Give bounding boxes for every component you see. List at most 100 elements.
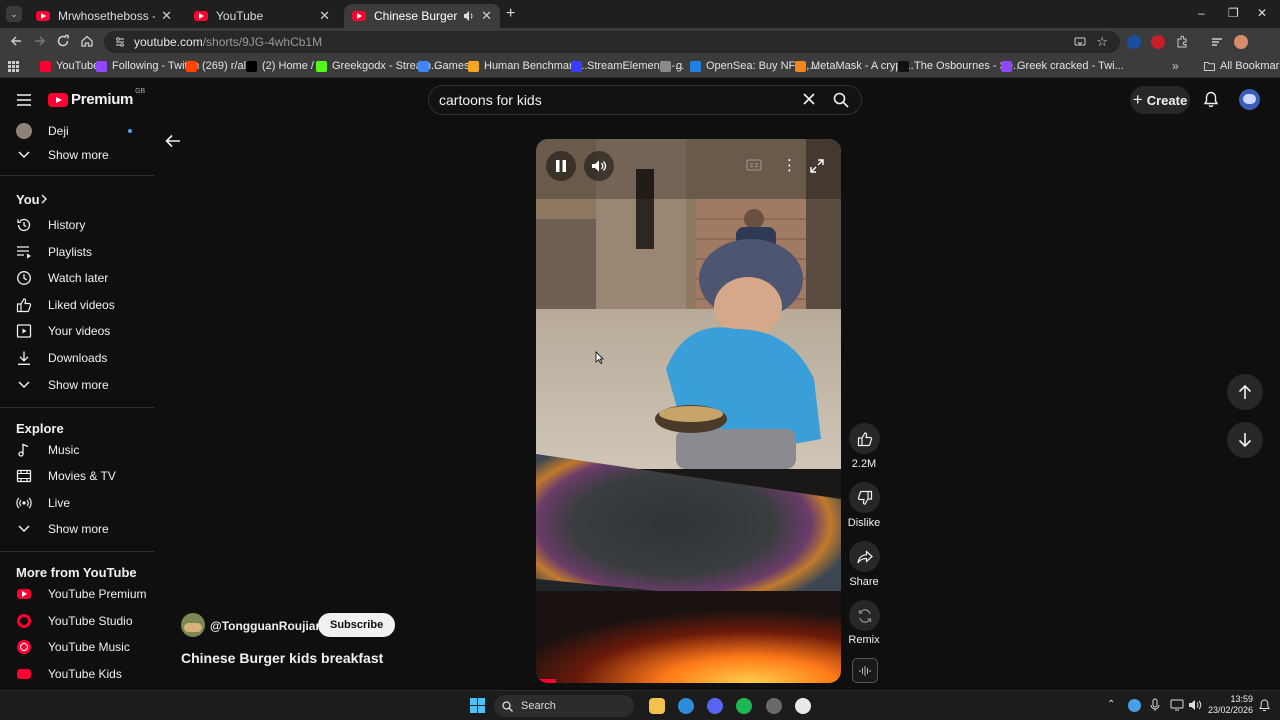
forward-icon[interactable]: [33, 34, 47, 48]
ccleaner-icon[interactable]: [795, 698, 811, 714]
microphone-icon[interactable]: [1150, 698, 1160, 712]
bookmark-item[interactable]: Greek cracked - Twi...: [1001, 60, 1124, 72]
onedrive-icon[interactable]: [1128, 699, 1141, 712]
file-explorer-icon[interactable]: [649, 698, 665, 714]
tab-search-button[interactable]: ⌄: [6, 6, 22, 22]
captions-icon[interactable]: [746, 159, 762, 171]
share-button[interactable]: [849, 541, 880, 572]
show-more-explore[interactable]: Show more: [0, 516, 154, 542]
bookmark-item[interactable]: Human Benchmark...: [468, 60, 587, 72]
sidebar-item-label: YouTube Studio: [48, 614, 133, 628]
sidebar-item-youtube-kids[interactable]: YouTube Kids: [0, 661, 154, 687]
sidebar-item-history[interactable]: History: [0, 212, 154, 238]
profile-avatar[interactable]: [1234, 35, 1248, 49]
browser-tab[interactable]: Mrwhosetheboss - YouTube ✕: [28, 4, 180, 28]
bookmark-item[interactable]: Games: [418, 60, 469, 72]
sidebar-item-liked-videos[interactable]: Liked videos: [0, 292, 154, 318]
show-hidden-icons-icon[interactable]: ⌃: [1107, 699, 1115, 710]
speaker-icon[interactable]: [1188, 699, 1202, 711]
home-icon[interactable]: [80, 34, 94, 48]
sidebar-item-watch-later[interactable]: Watch later: [0, 265, 154, 291]
more-bookmarks-icon[interactable]: »: [1172, 59, 1179, 73]
sidebar-item-movies-tv[interactable]: Movies & TV: [0, 463, 154, 489]
apps-grid-icon[interactable]: [8, 61, 19, 72]
bookmark-item[interactable]: (269) r/all: [186, 60, 248, 72]
bookmark-item[interactable]: Following - Twitch: [96, 60, 199, 72]
audio-playing-icon[interactable]: [463, 10, 475, 22]
close-window-button[interactable]: ✕: [1257, 6, 1267, 20]
show-more-you[interactable]: Show more: [0, 372, 154, 398]
site-info-icon[interactable]: [114, 36, 126, 48]
steam-icon[interactable]: [766, 698, 782, 714]
search-icon[interactable]: [833, 92, 849, 108]
next-short-button[interactable]: [1227, 422, 1263, 458]
create-button[interactable]: + Create: [1130, 86, 1190, 114]
spotify-icon[interactable]: [736, 698, 752, 714]
sidebar-item-music[interactable]: Music: [0, 437, 154, 463]
reading-list-icon[interactable]: [1210, 35, 1224, 49]
channel-handle[interactable]: @TongguanRoujiamo: [210, 619, 333, 633]
short-video-player[interactable]: ⋮: [536, 139, 841, 683]
like-button[interactable]: [849, 423, 880, 454]
sidebar-item-live[interactable]: Live: [0, 490, 154, 516]
youtube-premium-icon: [16, 586, 32, 602]
previous-short-button[interactable]: [1227, 374, 1263, 410]
new-tab-button[interactable]: +: [506, 5, 515, 23]
youtube-premium-logo[interactable]: Premium GB: [48, 88, 145, 108]
channel-avatar[interactable]: [181, 613, 205, 637]
close-tab-icon[interactable]: ✕: [481, 8, 492, 24]
sidebar-you-header[interactable]: You: [0, 186, 154, 212]
clear-search-icon[interactable]: [803, 93, 815, 105]
sidebar-item-youtube-music[interactable]: YouTube Music: [0, 634, 154, 660]
discord-icon[interactable]: [707, 698, 723, 714]
notifications-bell-icon[interactable]: [1203, 91, 1219, 108]
remix-button[interactable]: [849, 600, 880, 631]
search-input[interactable]: cartoons for kids: [428, 85, 862, 115]
sidebar-item-playlists[interactable]: Playlists: [0, 239, 154, 265]
fullscreen-icon[interactable]: [810, 159, 824, 173]
back-arrow-icon[interactable]: [165, 134, 181, 148]
cast-icon[interactable]: [1074, 36, 1086, 48]
url-bar[interactable]: youtube.com/shorts/9JG-4whCb1M ☆: [104, 31, 1120, 53]
your-videos-icon: [16, 323, 32, 339]
guide-menu-icon[interactable]: [16, 93, 32, 107]
notification-center-icon[interactable]: [1259, 699, 1270, 712]
reload-icon[interactable]: [56, 34, 70, 48]
sidebar-item-label: Movies & TV: [48, 469, 116, 483]
account-avatar[interactable]: [1239, 89, 1260, 110]
extensions-puzzle-icon[interactable]: [1175, 35, 1189, 49]
taskbar-search[interactable]: Search: [494, 695, 634, 717]
dislike-button[interactable]: [849, 482, 880, 513]
bookmark-item[interactable]: (2) Home / X: [246, 60, 324, 72]
close-tab-icon[interactable]: ✕: [161, 8, 172, 24]
extension-icon[interactable]: [1127, 35, 1141, 49]
bookmark-item[interactable]: MetaMask - A crypt...: [795, 60, 914, 72]
clock[interactable]: 13:59 23/02/2026: [1208, 694, 1253, 716]
back-icon[interactable]: [9, 34, 23, 48]
browser-tab-active[interactable]: Chinese Burger kids breakf… ✕: [344, 4, 500, 28]
pause-button[interactable]: [546, 151, 576, 181]
browser-tab[interactable]: YouTube ✕: [186, 4, 338, 28]
bookmark-star-icon[interactable]: ☆: [1096, 34, 1108, 50]
windows-start-icon[interactable]: [470, 698, 485, 713]
sound-track-button[interactable]: [852, 658, 878, 683]
chrome-icon[interactable]: [678, 698, 694, 714]
maximize-button[interactable]: ❐: [1228, 6, 1239, 20]
subscribe-button[interactable]: Subscribe: [318, 613, 396, 637]
more-options-icon[interactable]: ⋮: [782, 156, 797, 174]
sidebar-item-youtube-studio[interactable]: YouTube Studio: [0, 608, 154, 634]
volume-button[interactable]: [584, 151, 614, 181]
bookmark-item[interactable]: YouTube: [40, 60, 99, 72]
all-bookmarks-folder[interactable]: All Bookmarks: [1204, 60, 1280, 72]
sidebar-item-your-videos[interactable]: Your videos: [0, 318, 154, 344]
minimize-button[interactable]: –: [1198, 6, 1205, 20]
network-icon[interactable]: [1170, 699, 1184, 711]
close-tab-icon[interactable]: ✕: [319, 8, 330, 24]
sidebar-item-downloads[interactable]: Downloads: [0, 345, 154, 371]
sidebar-item-deji[interactable]: Deji: [0, 118, 154, 144]
bookmark-item[interactable]: g: [660, 60, 682, 72]
sidebar-item-youtube-premium[interactable]: YouTube Premium: [0, 581, 154, 607]
extension-icon[interactable]: [1151, 35, 1165, 49]
progress-bar[interactable]: [536, 679, 556, 683]
show-more-subscriptions[interactable]: Show more: [0, 142, 154, 168]
